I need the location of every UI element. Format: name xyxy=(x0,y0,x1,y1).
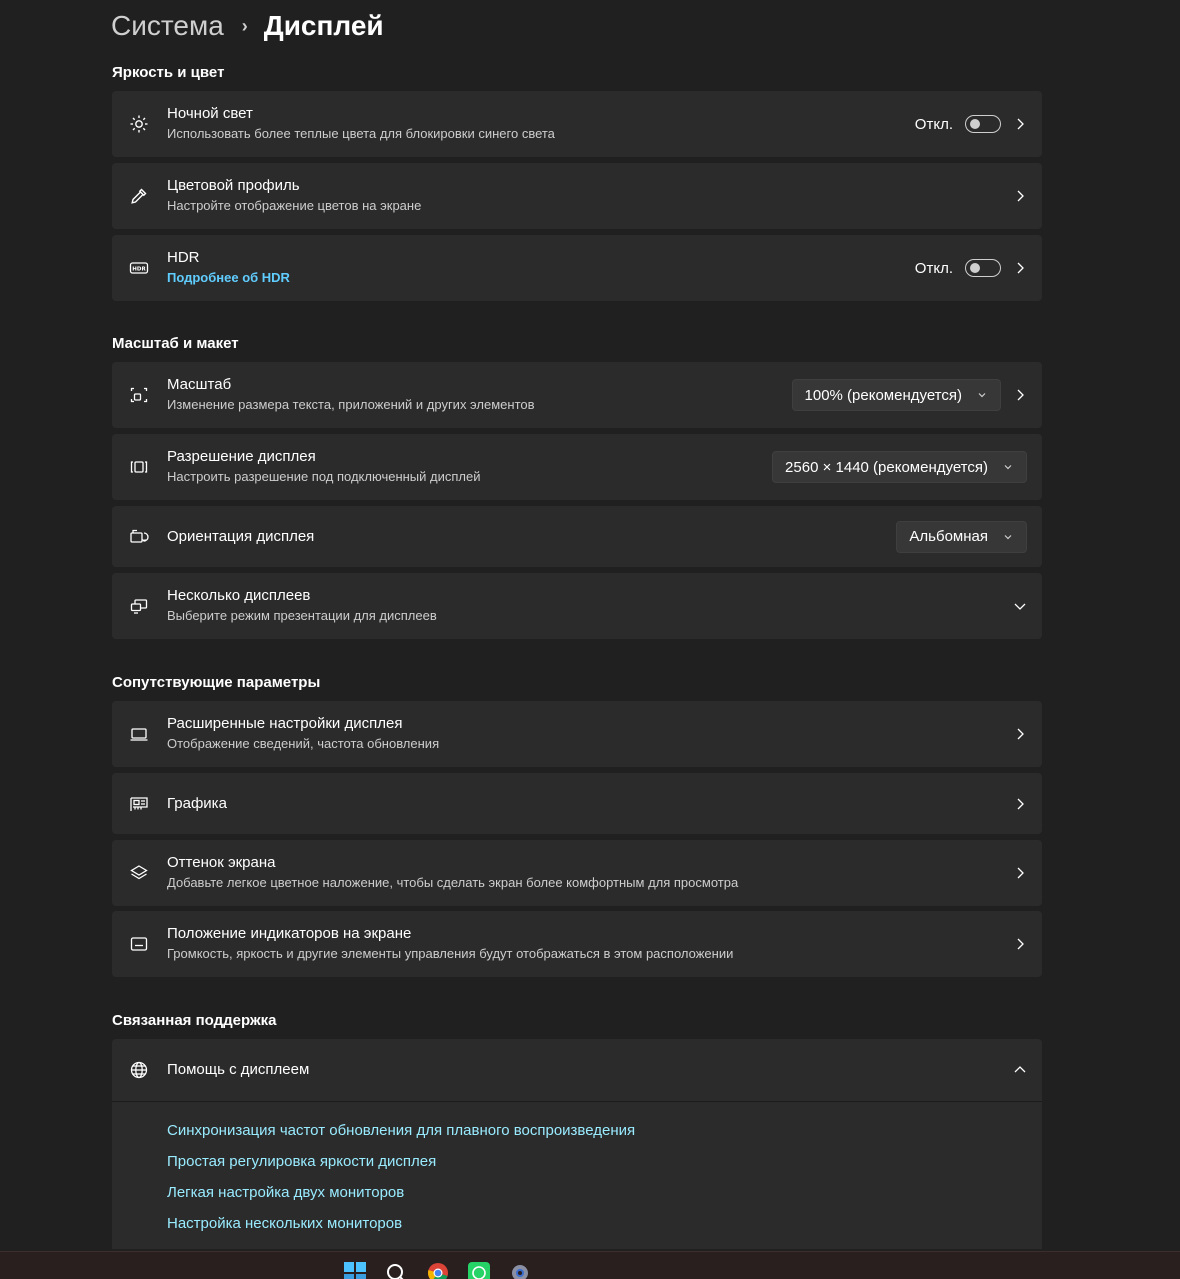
advanced-display-row[interactable]: Расширенные настройки дисплея Отображени… xyxy=(112,701,1042,767)
section-title-related-settings: Сопутствующие параметры xyxy=(112,674,321,691)
settings-icon[interactable] xyxy=(509,1262,531,1279)
scale-icon xyxy=(128,384,150,406)
hdr-learn-more-link[interactable]: Подробнее об HDR xyxy=(167,268,290,288)
chevron-up-icon[interactable] xyxy=(1012,1062,1028,1078)
scale-row[interactable]: Масштаб Изменение размера текста, прилож… xyxy=(112,362,1042,428)
section-title-related-support: Связанная поддержка xyxy=(112,1012,277,1029)
settings-page: Система › Дисплей Яркость и цвет Ночной … xyxy=(0,0,1180,1279)
toggle-knob xyxy=(970,119,980,129)
breadcrumb: Система › Дисплей xyxy=(111,6,384,46)
night-light-subtitle: Использовать более теплые цвета для блок… xyxy=(167,126,555,141)
brightness-icon xyxy=(128,113,150,135)
color-profile-title: Цветовой профиль xyxy=(167,177,300,194)
chevron-right-icon xyxy=(1012,387,1028,403)
chevron-right-icon xyxy=(1012,796,1028,812)
hdr-row[interactable]: HDR HDR Подробнее об HDR Откл. xyxy=(112,235,1042,301)
help-link-brightness[interactable]: Простая регулировка яркости дисплея xyxy=(167,1153,436,1170)
chevron-right-icon xyxy=(1012,116,1028,132)
orientation-dropdown-value: Альбомная xyxy=(909,528,988,545)
chevron-right-icon xyxy=(1012,188,1028,204)
indicator-position-subtitle: Громкость, яркость и другие элементы упр… xyxy=(167,946,734,961)
whatsapp-icon[interactable] xyxy=(468,1262,490,1279)
chevron-down-icon[interactable] xyxy=(1012,598,1028,614)
night-light-title: Ночной свет xyxy=(167,105,253,122)
multiple-displays-title: Несколько дисплеев xyxy=(167,587,311,604)
hdr-icon: HDR xyxy=(128,257,150,279)
monitor-icon xyxy=(128,723,150,745)
screen-tint-subtitle: Добавьте легкое цветное наложение, чтобы… xyxy=(167,875,739,890)
resolution-subtitle: Настроить разрешение под подключенный ди… xyxy=(167,469,481,484)
svg-text:HDR: HDR xyxy=(132,266,146,272)
display-help-links: Синхронизация частот обновления для плав… xyxy=(112,1101,1042,1249)
resolution-title: Разрешение дисплея xyxy=(167,448,316,465)
scale-dropdown[interactable]: 100% (рекомендуется) xyxy=(791,379,1001,411)
chrome-icon[interactable] xyxy=(427,1262,449,1279)
night-light-row[interactable]: Ночной свет Использовать более теплые цв… xyxy=(112,91,1042,157)
breadcrumb-parent[interactable]: Система xyxy=(111,10,224,42)
hdr-title: HDR xyxy=(167,249,200,266)
hdr-state: Откл. xyxy=(914,259,953,277)
resolution-dropdown-value: 2560 × 1440 (рекомендуется) xyxy=(785,458,988,476)
page-title: Дисплей xyxy=(263,10,384,41)
display-help-row[interactable]: Помощь с дисплеем xyxy=(112,1039,1042,1101)
multiple-displays-subtitle: Выберите режим презентации для дисплеев xyxy=(167,608,437,623)
screen-tint-row[interactable]: Оттенок экрана Добавьте легкое цветное н… xyxy=(112,840,1042,906)
chevron-down-icon xyxy=(1002,461,1014,473)
layers-icon xyxy=(128,862,150,884)
scale-title: Масштаб xyxy=(167,376,232,393)
graphics-row[interactable]: Графика xyxy=(112,773,1042,834)
toggle-knob xyxy=(970,263,980,273)
chevron-right-icon xyxy=(1012,726,1028,742)
eyedropper-icon xyxy=(128,185,150,207)
multiple-displays-row[interactable]: Несколько дисплеев Выберите режим презен… xyxy=(112,573,1042,639)
screen-tint-title: Оттенок экрана xyxy=(167,854,276,871)
indicator-position-row[interactable]: Положение индикаторов на экране Громкост… xyxy=(112,911,1042,977)
help-link-multiple-monitors[interactable]: Настройка нескольких мониторов xyxy=(167,1215,402,1232)
orientation-title: Ориентация дисплея xyxy=(167,527,315,545)
indicator-position-title: Положение индикаторов на экране xyxy=(167,925,412,942)
section-title-scale-layout: Масштаб и макет xyxy=(112,335,239,352)
advanced-display-subtitle: Отображение сведений, частота обновления xyxy=(167,736,440,751)
advanced-display-title: Расширенные настройки дисплея xyxy=(167,715,403,732)
chevron-down-icon xyxy=(976,389,988,401)
night-light-toggle[interactable] xyxy=(965,115,1001,133)
taskbar xyxy=(0,1251,1180,1279)
scale-dropdown-value: 100% (рекомендуется) xyxy=(804,386,962,404)
breadcrumb-separator: › xyxy=(241,15,248,36)
help-link-refresh-sync[interactable]: Синхронизация частот обновления для плав… xyxy=(167,1122,635,1139)
resolution-icon xyxy=(128,456,150,478)
chevron-right-icon xyxy=(1012,260,1028,276)
multiple-displays-icon xyxy=(128,595,150,617)
hdr-toggle[interactable] xyxy=(965,259,1001,277)
chevron-right-icon xyxy=(1012,936,1028,952)
resolution-row[interactable]: Разрешение дисплея Настроить разрешение … xyxy=(112,434,1042,500)
graphics-card-icon xyxy=(128,793,150,815)
search-icon[interactable] xyxy=(385,1262,407,1279)
resolution-dropdown[interactable]: 2560 × 1440 (рекомендуется) xyxy=(772,451,1027,483)
chevron-down-icon xyxy=(1002,531,1014,543)
windows-start-icon[interactable] xyxy=(344,1262,366,1279)
color-profile-row[interactable]: Цветовой профиль Настройте отображение ц… xyxy=(112,163,1042,229)
section-title-brightness: Яркость и цвет xyxy=(112,64,225,81)
display-help-title: Помощь с дисплеем xyxy=(167,1061,310,1078)
graphics-title: Графика xyxy=(167,794,227,812)
help-link-dual-monitors[interactable]: Легкая настройка двух мониторов xyxy=(167,1184,404,1201)
orientation-row[interactable]: Ориентация дисплея Альбомная xyxy=(112,506,1042,567)
orientation-dropdown[interactable]: Альбомная xyxy=(896,520,1027,553)
night-light-state: Откл. xyxy=(914,115,953,133)
chevron-right-icon xyxy=(1012,865,1028,881)
orientation-icon xyxy=(128,526,150,548)
globe-icon xyxy=(128,1059,150,1081)
color-profile-subtitle: Настройте отображение цветов на экране xyxy=(167,198,422,213)
scale-subtitle: Изменение размера текста, приложений и д… xyxy=(167,397,535,412)
indicator-position-icon xyxy=(128,933,150,955)
